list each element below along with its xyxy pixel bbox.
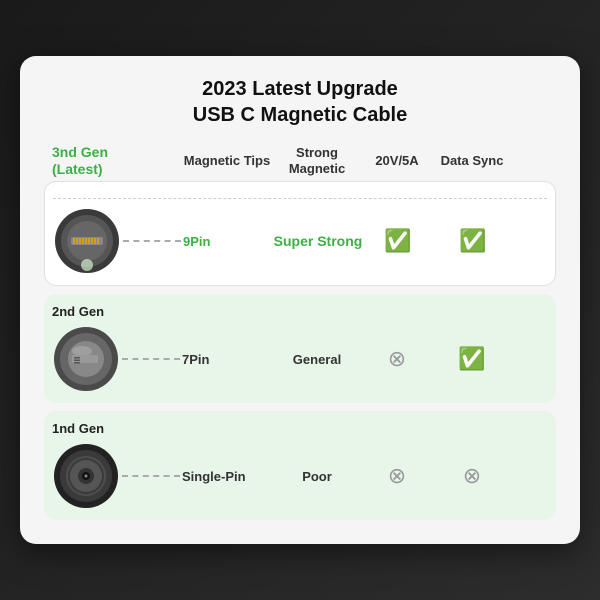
gen3-pin: 9Pin [183,234,273,249]
main-card: 2023 Latest Upgrade USB C Magnetic Cable… [20,56,580,545]
gen3-dashed-line [123,240,181,242]
gen2-power-icon: ⊗ [362,346,432,372]
gen2-pin: 7Pin [182,352,272,367]
gen1-section: 1nd Gen Single-Pin Poor ⊗ ⊗ [44,411,556,520]
gen3-data-row: 9Pin Super Strong ✅ ✅ [53,207,547,275]
gen2-label: 2nd Gen [52,304,548,319]
gen2-row: 7Pin General ⊗ ✅ [52,325,548,393]
table-header: 3nd Gen (Latest) Magnetic Tips Strong Ma… [44,144,556,178]
gen1-power-icon: ⊗ [362,463,432,489]
gen1-pin: Single-Pin [182,469,272,484]
gen1-data-icon: ⊗ [432,463,512,489]
gen1-product-image [52,442,120,510]
gen2-data-icon: ✅ [432,346,512,372]
gen3-data-icon: ✅ [433,228,513,254]
gen1-dashed-line [122,475,180,477]
header-gen: 3nd Gen (Latest) [52,144,182,178]
header-data-sync: Data Sync [432,153,512,169]
gen3-power-icon: ✅ [363,228,433,254]
gen3-magnetic: Super Strong [273,233,363,249]
gen3-product-image [53,207,121,275]
gen3-product [53,207,183,275]
header-magnetic-tips: Magnetic Tips [182,153,272,169]
gen2-dashed-line [122,358,180,360]
gen1-magnetic: Poor [272,469,362,484]
gen3-section: 9Pin Super Strong ✅ ✅ [44,181,556,286]
gen2-magnetic: General [272,352,362,367]
gen2-section: 2nd Gen 7Pin General ⊗ [44,294,556,403]
gen2-product [52,325,182,393]
header-strong-magnetic: Strong Magnetic [272,145,362,176]
header-power: 20V/5A [362,153,432,169]
gen2-product-image [52,325,120,393]
gen1-row: Single-Pin Poor ⊗ ⊗ [52,442,548,510]
page-title: 2023 Latest Upgrade USB C Magnetic Cable [44,76,556,128]
gen1-product [52,442,182,510]
gen1-label: 1nd Gen [52,421,548,436]
